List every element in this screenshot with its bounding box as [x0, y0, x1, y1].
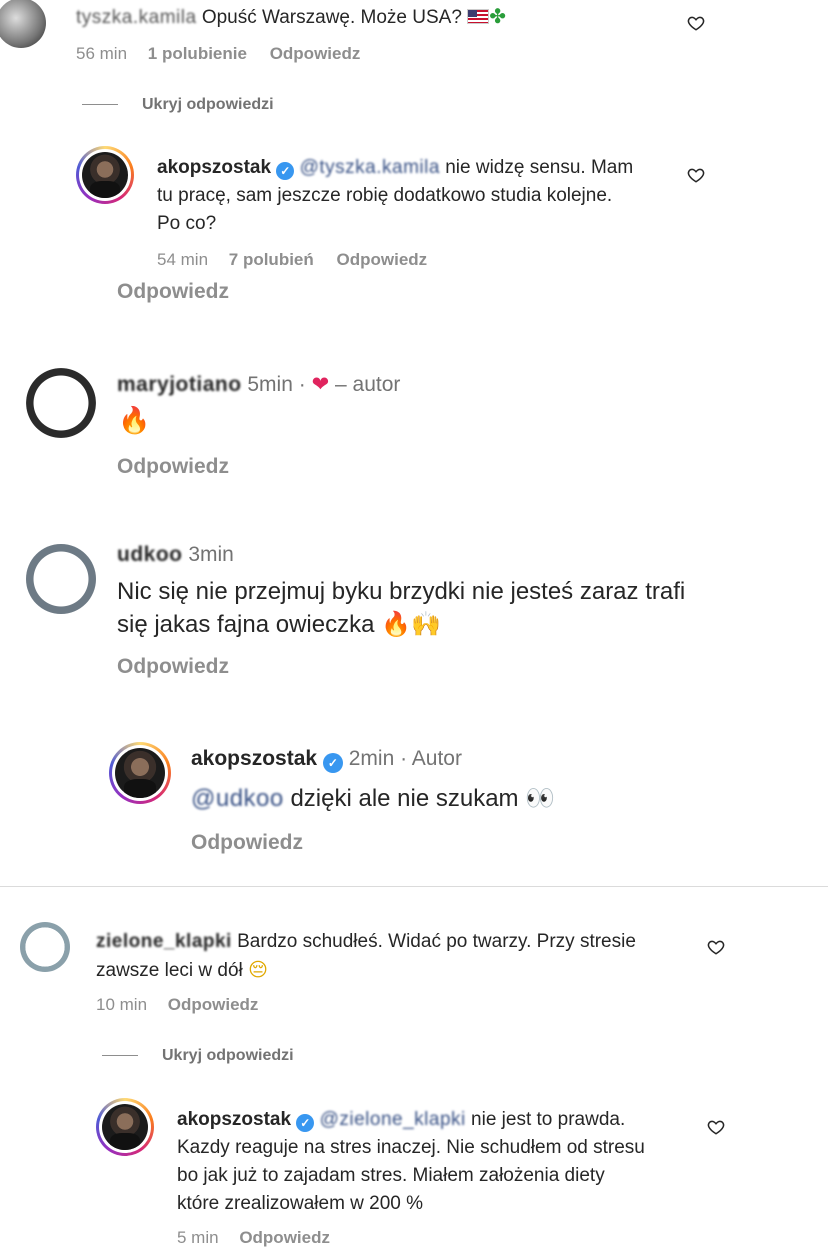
reply-text-line: nie jest to prawda.: [471, 1109, 626, 1130]
reply-username[interactable]: akopszostak: [177, 1109, 291, 1130]
heart-outline-icon[interactable]: [707, 938, 725, 956]
mention-link[interactable]: @tyszka.kamila: [300, 157, 440, 178]
fire-icon: 🔥: [381, 610, 412, 638]
comment-time: 10 min: [96, 995, 148, 1014]
avatar[interactable]: [109, 742, 171, 804]
reply-header: akopszostak ✓ 2min · Autor: [191, 747, 462, 773]
verified-badge-icon: ✓: [276, 162, 295, 180]
reply-text-line: nie widzę sensu. Mam: [445, 157, 634, 178]
comment-username[interactable]: udkoo: [117, 543, 183, 567]
reply-text-line: Po co?: [157, 213, 217, 234]
comment-body: Nic się nie przejmuj byku brzydki nie je…: [117, 576, 817, 641]
reply-text: akopszostak ✓ @zielone_klapki nie jest t…: [177, 1106, 707, 1218]
reply-button[interactable]: Odpowiedz: [117, 455, 229, 479]
reply-text-line: Kazdy reaguje na stres inaczej. Nie schu…: [177, 1137, 645, 1158]
divider-line: [102, 1055, 138, 1057]
mention-link[interactable]: @udkoo: [191, 785, 284, 812]
verified-badge-icon: ✓: [322, 753, 343, 773]
section-divider: [0, 886, 828, 887]
reply-username[interactable]: akopszostak: [191, 747, 317, 770]
reply-button[interactable]: Odpowiedz: [168, 995, 259, 1014]
comment-body: Opuść Warszawę. Może USA?: [201, 7, 462, 28]
avatar[interactable]: [96, 1098, 154, 1156]
reply-text-line: które zrealizowałem w 200 %: [177, 1193, 424, 1214]
comment-username[interactable]: maryjotiano: [117, 373, 242, 397]
avatar[interactable]: [20, 922, 70, 972]
comment-text-line: zawsze leci w dół: [96, 960, 243, 981]
clover-icon: ✤: [489, 4, 506, 28]
divider-line: [82, 104, 118, 106]
author-label: – autor: [335, 373, 401, 396]
hide-replies-toggle[interactable]: Ukryj odpowiedzi: [82, 96, 274, 114]
verified-badge-icon: ✓: [296, 1114, 315, 1132]
avatar[interactable]: [26, 544, 96, 614]
reply-meta: 5 min Odpowiedz: [177, 1228, 330, 1248]
heart-outline-icon[interactable]: [687, 14, 705, 32]
reply-button[interactable]: Odpowiedz: [117, 280, 229, 304]
reply-text: dzięki ale nie szukam: [290, 785, 519, 812]
hide-replies-toggle[interactable]: Ukryj odpowiedzi: [102, 1047, 294, 1065]
reply-text-line: bo jak już to zajadam stres. Miałem zało…: [177, 1165, 605, 1186]
reply-meta: 54 min 7 polubień Odpowiedz: [157, 250, 427, 270]
hide-replies-label: Ukryj odpowiedzi: [162, 1047, 294, 1064]
eyes-icon: 👀: [525, 784, 556, 812]
heart-outline-icon[interactable]: [707, 1118, 725, 1136]
raised-hands-icon: 🙌: [411, 610, 441, 638]
comment-text-line: się jakas fajna owieczka: [117, 611, 375, 638]
reply-time: 5 min: [177, 1228, 219, 1247]
reply-button[interactable]: Odpowiedz: [117, 655, 229, 679]
comment-time: 56 min: [76, 44, 128, 63]
fire-icon: 🔥: [118, 406, 151, 436]
comment-text: tyszka.kamila Opuść Warszawę. Może USA? …: [76, 4, 506, 30]
like-count[interactable]: 1 polubienie: [148, 44, 247, 63]
comment-text-line: Nic się nie przejmuj byku brzydki nie je…: [117, 578, 686, 605]
like-count[interactable]: 7 polubień: [229, 250, 314, 269]
comment-time: 3min: [188, 543, 234, 566]
reply-username[interactable]: akopszostak: [157, 157, 271, 178]
pensive-face-icon: 😔: [248, 959, 268, 981]
comment-time: 5min ·: [247, 373, 306, 396]
comment-meta: 10 min Odpowiedz: [96, 995, 258, 1015]
comment-header: maryjotiano 5min · ❤ – autor: [117, 372, 400, 397]
avatar[interactable]: [76, 146, 134, 204]
reply-button[interactable]: Odpowiedz: [337, 250, 428, 269]
comment-header: udkoo 3min: [117, 543, 234, 567]
reply-time: 54 min: [157, 250, 209, 269]
mention-link[interactable]: @zielone_klapki: [320, 1109, 466, 1130]
heart-outline-icon[interactable]: [687, 166, 705, 184]
comment-text: zielone_klapki Bardzo schudłeś. Widać po…: [96, 928, 696, 985]
reply-text-line: tu pracę, sam jeszcze robię dodatkowo st…: [157, 185, 613, 206]
reply-time: 2min · Autor: [348, 747, 462, 770]
comment-meta: 56 min 1 polubienie Odpowiedz: [76, 44, 360, 64]
reply-button[interactable]: Odpowiedz: [270, 44, 361, 63]
comment-username[interactable]: zielone_klapki: [96, 928, 232, 956]
avatar[interactable]: [26, 368, 96, 438]
reply-button[interactable]: Odpowiedz: [191, 831, 303, 855]
reply-body: @udkoo dzięki ale nie szukam 👀: [191, 784, 555, 813]
reply-text: akopszostak ✓ @tyszka.kamila nie widzę s…: [157, 154, 687, 238]
hide-replies-label: Ukryj odpowiedzi: [142, 96, 274, 113]
comment-username[interactable]: tyszka.kamila: [76, 6, 197, 30]
red-heart-icon: ❤: [311, 372, 330, 396]
comment-text-line: Bardzo schudłeś. Widać po twarzy. Przy s…: [237, 931, 636, 952]
reply-button[interactable]: Odpowiedz: [239, 1228, 330, 1247]
us-flag-icon: [467, 9, 490, 24]
avatar[interactable]: [0, 0, 46, 48]
